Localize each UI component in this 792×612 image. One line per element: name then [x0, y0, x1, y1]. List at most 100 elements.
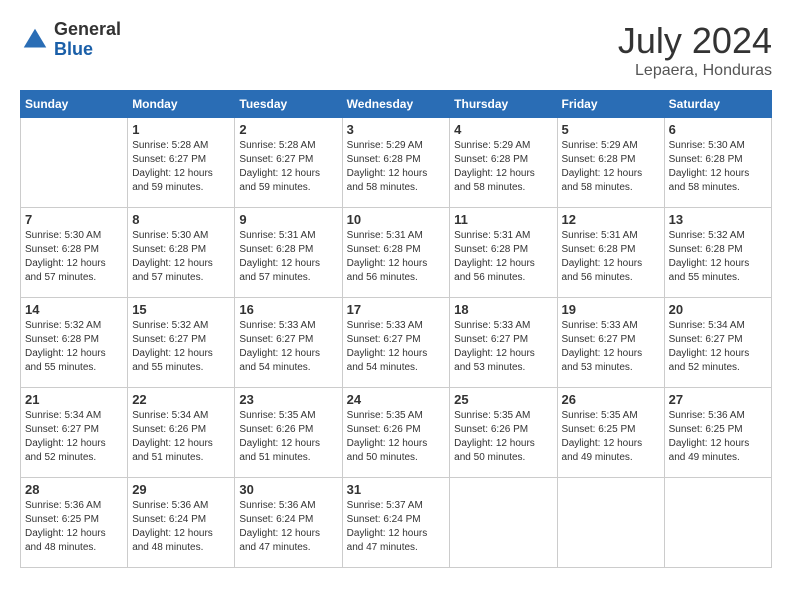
calendar-table: SundayMondayTuesdayWednesdayThursdayFrid…: [20, 90, 772, 568]
day-number: 31: [347, 482, 446, 497]
day-info: Sunrise: 5:30 AMSunset: 6:28 PMDaylight:…: [669, 139, 767, 195]
day-info: Sunrise: 5:35 AMSunset: 6:26 PMDaylight:…: [347, 409, 446, 465]
calendar-cell: 6 Sunrise: 5:30 AMSunset: 6:28 PMDaylight…: [664, 118, 771, 208]
logo-text: General Blue: [54, 20, 121, 60]
day-number: 16: [239, 302, 337, 317]
day-number: 4: [454, 122, 552, 137]
calendar-cell: [557, 478, 664, 568]
day-info: Sunrise: 5:29 AMSunset: 6:28 PMDaylight:…: [347, 139, 446, 195]
calendar-cell: 30 Sunrise: 5:36 AMSunset: 6:24 PMDayligh…: [235, 478, 342, 568]
day-number: 21: [25, 392, 123, 407]
calendar-cell: 25 Sunrise: 5:35 AMSunset: 6:26 PMDayligh…: [450, 388, 557, 478]
calendar-header-monday: Monday: [128, 91, 235, 118]
day-info: Sunrise: 5:34 AMSunset: 6:27 PMDaylight:…: [669, 319, 767, 375]
logo-blue: Blue: [54, 40, 121, 60]
calendar-header-sunday: Sunday: [21, 91, 128, 118]
day-number: 1: [132, 122, 230, 137]
day-number: 24: [347, 392, 446, 407]
calendar-header-thursday: Thursday: [450, 91, 557, 118]
calendar-cell: 17 Sunrise: 5:33 AMSunset: 6:27 PMDayligh…: [342, 298, 450, 388]
day-info: Sunrise: 5:29 AMSunset: 6:28 PMDaylight:…: [562, 139, 660, 195]
day-number: 12: [562, 212, 660, 227]
calendar-cell: 12Sunrise: 5:31 AMSunset: 6:28 PMDayligh…: [557, 208, 664, 298]
calendar-cell: 15 Sunrise: 5:32 AMSunset: 6:27 PMDayligh…: [128, 298, 235, 388]
calendar-week-row: 7 Sunrise: 5:30 AMSunset: 6:28 PMDaylight…: [21, 208, 772, 298]
calendar-cell: 22Sunrise: 5:34 AMSunset: 6:26 PMDayligh…: [128, 388, 235, 478]
calendar-cell: 20 Sunrise: 5:34 AMSunset: 6:27 PMDayligh…: [664, 298, 771, 388]
day-info: Sunrise: 5:29 AMSunset: 6:28 PMDaylight:…: [454, 139, 552, 195]
calendar-header-tuesday: Tuesday: [235, 91, 342, 118]
calendar-cell: 28 Sunrise: 5:36 AMSunset: 6:25 PMDayligh…: [21, 478, 128, 568]
calendar-cell: 9 Sunrise: 5:31 AMSunset: 6:28 PMDaylight…: [235, 208, 342, 298]
calendar-cell: 13Sunrise: 5:32 AMSunset: 6:28 PMDayligh…: [664, 208, 771, 298]
day-info: Sunrise: 5:33 AMSunset: 6:27 PMDaylight:…: [562, 319, 660, 375]
calendar-cell: 8 Sunrise: 5:30 AMSunset: 6:28 PMDaylight…: [128, 208, 235, 298]
day-number: 29: [132, 482, 230, 497]
calendar-cell: [450, 478, 557, 568]
day-number: 14: [25, 302, 123, 317]
day-info: Sunrise: 5:32 AMSunset: 6:28 PMDaylight:…: [25, 319, 123, 375]
calendar-cell: 26Sunrise: 5:35 AMSunset: 6:25 PMDayligh…: [557, 388, 664, 478]
calendar-cell: [21, 118, 128, 208]
calendar-cell: 10 Sunrise: 5:31 AMSunset: 6:28 PMDayligh…: [342, 208, 450, 298]
day-info: Sunrise: 5:36 AMSunset: 6:25 PMDaylight:…: [25, 499, 123, 555]
day-info: Sunrise: 5:33 AMSunset: 6:27 PMDaylight:…: [239, 319, 337, 375]
day-info: Sunrise: 5:35 AMSunset: 6:26 PMDaylight:…: [454, 409, 552, 465]
day-info: Sunrise: 5:31 AMSunset: 6:28 PMDaylight:…: [347, 229, 446, 285]
day-number: 20: [669, 302, 767, 317]
calendar-header-friday: Friday: [557, 91, 664, 118]
location-subtitle: Lepaera, Honduras: [618, 62, 772, 80]
day-info: Sunrise: 5:28 AMSunset: 6:27 PMDaylight:…: [239, 139, 337, 195]
logo: General Blue: [20, 20, 121, 60]
calendar-cell: 18Sunrise: 5:33 AMSunset: 6:27 PMDayligh…: [450, 298, 557, 388]
day-info: Sunrise: 5:36 AMSunset: 6:25 PMDaylight:…: [669, 409, 767, 465]
day-number: 22: [132, 392, 230, 407]
day-info: Sunrise: 5:32 AMSunset: 6:28 PMDaylight:…: [669, 229, 767, 285]
day-info: Sunrise: 5:33 AMSunset: 6:27 PMDaylight:…: [347, 319, 446, 375]
calendar-cell: 19 Sunrise: 5:33 AMSunset: 6:27 PMDayligh…: [557, 298, 664, 388]
day-number: 27: [669, 392, 767, 407]
day-number: 9: [239, 212, 337, 227]
day-info: Sunrise: 5:36 AMSunset: 6:24 PMDaylight:…: [132, 499, 230, 555]
calendar-cell: 16 Sunrise: 5:33 AMSunset: 6:27 PMDayligh…: [235, 298, 342, 388]
day-info: Sunrise: 5:31 AMSunset: 6:28 PMDaylight:…: [454, 229, 552, 285]
day-number: 23: [239, 392, 337, 407]
day-number: 7: [25, 212, 123, 227]
calendar-cell: 5Sunrise: 5:29 AMSunset: 6:28 PMDaylight…: [557, 118, 664, 208]
calendar-cell: 23Sunrise: 5:35 AMSunset: 6:26 PMDayligh…: [235, 388, 342, 478]
day-info: Sunrise: 5:31 AMSunset: 6:28 PMDaylight:…: [239, 229, 337, 285]
day-info: Sunrise: 5:28 AMSunset: 6:27 PMDaylight:…: [132, 139, 230, 195]
calendar-header-saturday: Saturday: [664, 91, 771, 118]
day-info: Sunrise: 5:32 AMSunset: 6:27 PMDaylight:…: [132, 319, 230, 375]
calendar-week-row: 28 Sunrise: 5:36 AMSunset: 6:25 PMDayligh…: [21, 478, 772, 568]
calendar-cell: 24 Sunrise: 5:35 AMSunset: 6:26 PMDayligh…: [342, 388, 450, 478]
day-number: 15: [132, 302, 230, 317]
day-info: Sunrise: 5:30 AMSunset: 6:28 PMDaylight:…: [25, 229, 123, 285]
page-header: General Blue July 2024 Lepaera, Honduras: [20, 20, 772, 80]
calendar-cell: 7 Sunrise: 5:30 AMSunset: 6:28 PMDaylight…: [21, 208, 128, 298]
calendar-cell: 11Sunrise: 5:31 AMSunset: 6:28 PMDayligh…: [450, 208, 557, 298]
day-number: 25: [454, 392, 552, 407]
calendar-cell: 21Sunrise: 5:34 AMSunset: 6:27 PMDayligh…: [21, 388, 128, 478]
day-info: Sunrise: 5:30 AMSunset: 6:28 PMDaylight:…: [132, 229, 230, 285]
day-info: Sunrise: 5:33 AMSunset: 6:27 PMDaylight:…: [454, 319, 552, 375]
title-section: July 2024 Lepaera, Honduras: [618, 20, 772, 80]
day-number: 2: [239, 122, 337, 137]
day-number: 17: [347, 302, 446, 317]
day-number: 6: [669, 122, 767, 137]
calendar-week-row: 21Sunrise: 5:34 AMSunset: 6:27 PMDayligh…: [21, 388, 772, 478]
calendar-cell: 14 Sunrise: 5:32 AMSunset: 6:28 PMDayligh…: [21, 298, 128, 388]
calendar-cell: 2 Sunrise: 5:28 AMSunset: 6:27 PMDaylight…: [235, 118, 342, 208]
day-number: 19: [562, 302, 660, 317]
day-number: 28: [25, 482, 123, 497]
day-info: Sunrise: 5:36 AMSunset: 6:24 PMDaylight:…: [239, 499, 337, 555]
day-info: Sunrise: 5:35 AMSunset: 6:25 PMDaylight:…: [562, 409, 660, 465]
day-number: 8: [132, 212, 230, 227]
calendar-cell: 4 Sunrise: 5:29 AMSunset: 6:28 PMDaylight…: [450, 118, 557, 208]
day-info: Sunrise: 5:37 AMSunset: 6:24 PMDaylight:…: [347, 499, 446, 555]
calendar-cell: 1 Sunrise: 5:28 AMSunset: 6:27 PMDaylight…: [128, 118, 235, 208]
calendar-cell: 27 Sunrise: 5:36 AMSunset: 6:25 PMDayligh…: [664, 388, 771, 478]
day-number: 10: [347, 212, 446, 227]
day-number: 30: [239, 482, 337, 497]
logo-general: General: [54, 20, 121, 40]
